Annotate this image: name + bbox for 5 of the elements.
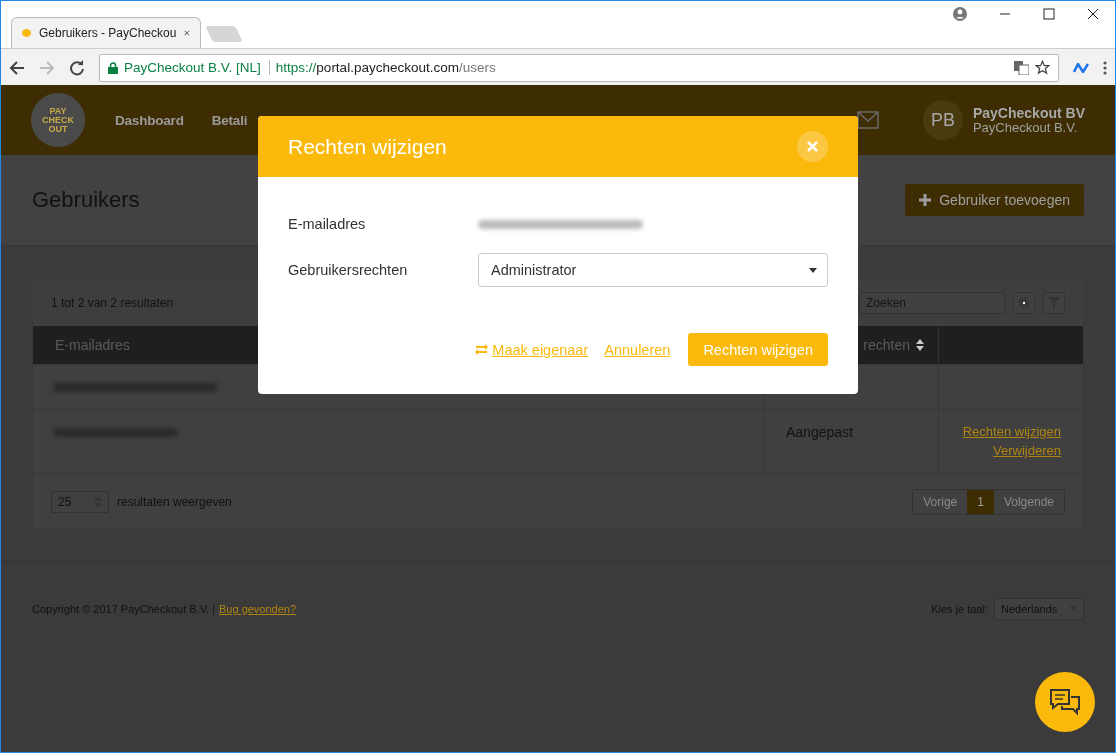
field-label: Gebruikersrechten <box>288 262 409 278</box>
company-name: PayCheckout BV <box>972 105 1085 121</box>
field-label: E-mailadres <box>288 216 367 232</box>
company-legal-name: PayCheckout B.V. <box>972 120 1079 135</box>
dialog-title: Rechten wijzigen <box>288 134 447 159</box>
